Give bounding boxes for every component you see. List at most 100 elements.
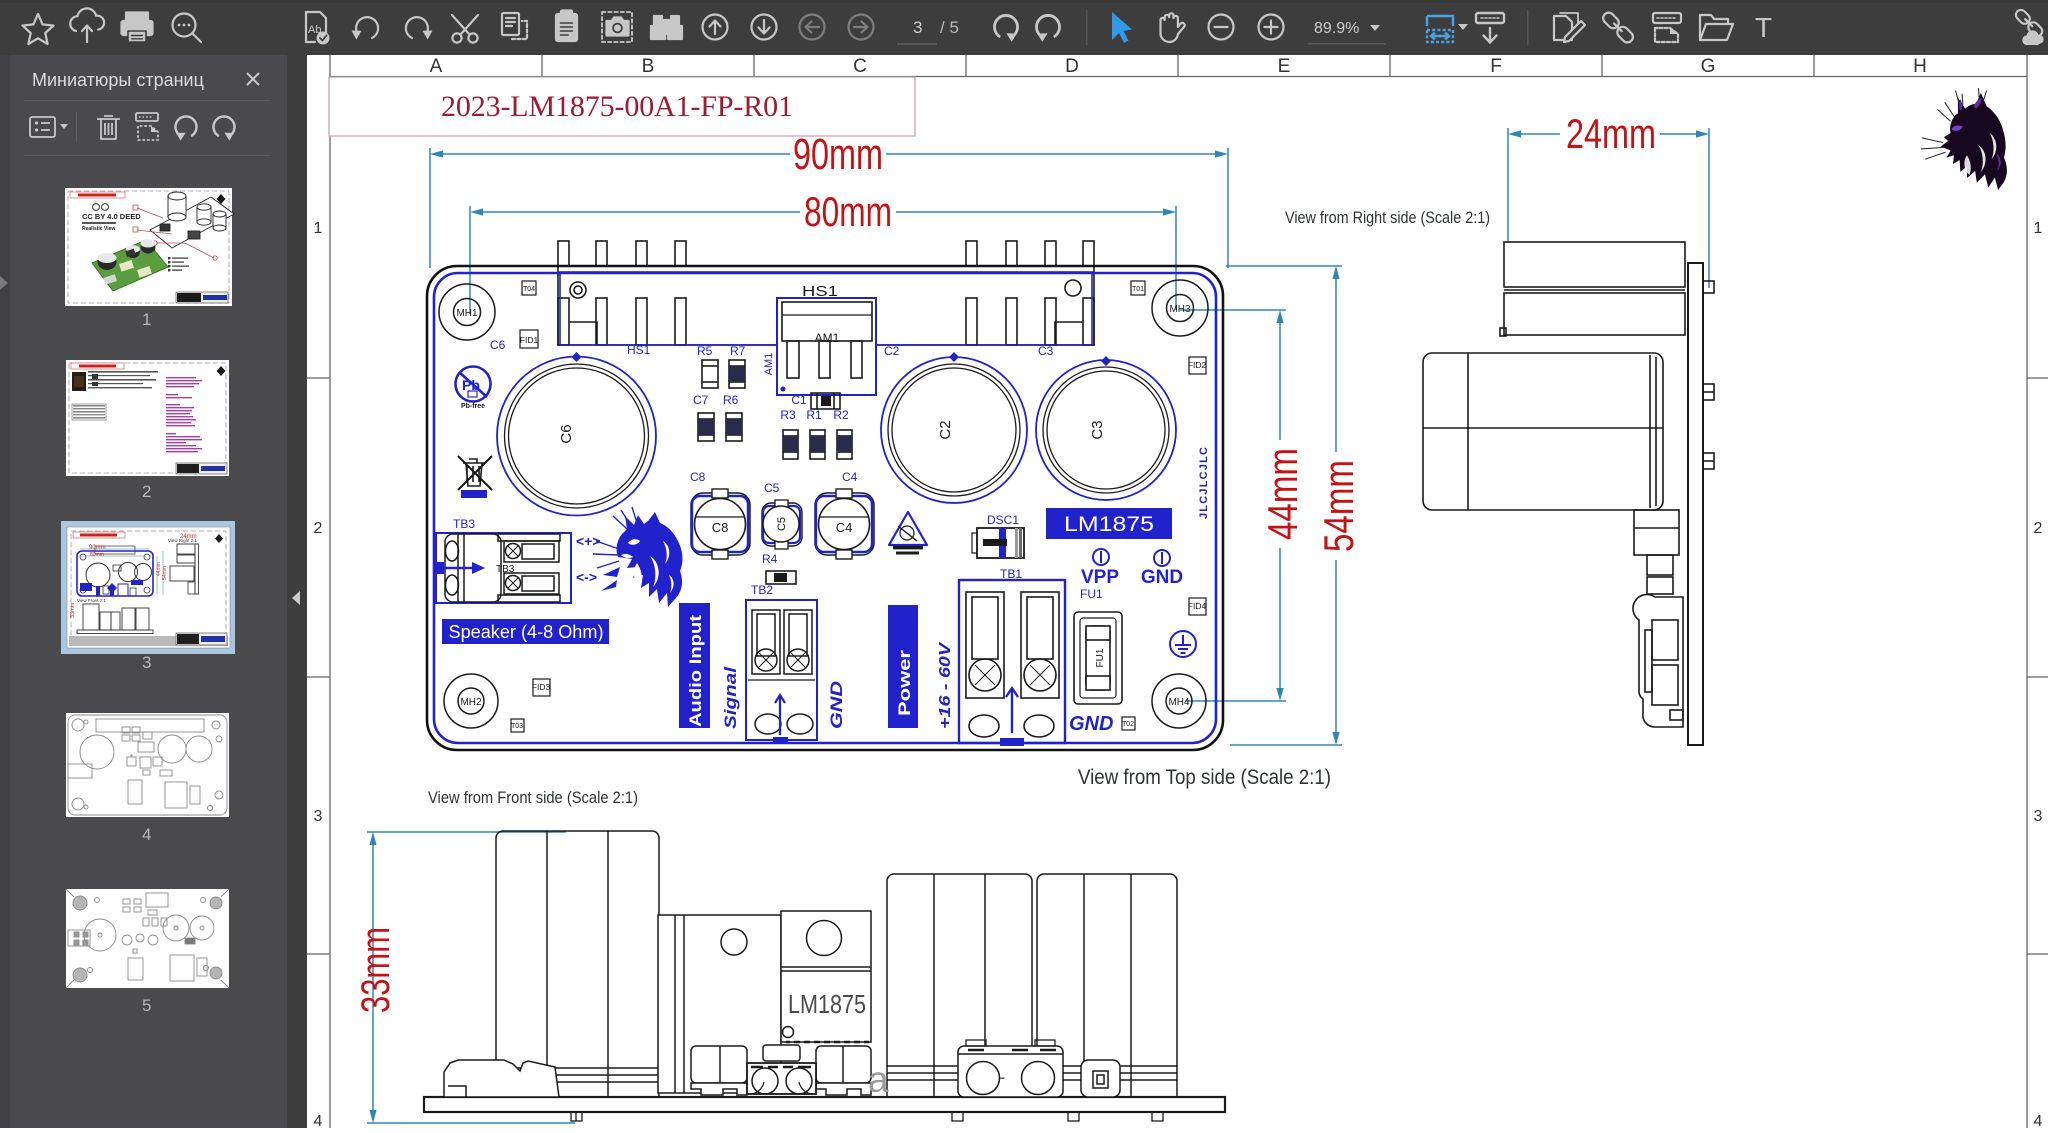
svg-text:C5: C5 bbox=[776, 517, 788, 531]
svg-text:R3: R3 bbox=[780, 408, 796, 422]
svg-text:TB3: TB3 bbox=[453, 517, 475, 531]
svg-text:MH3: MH3 bbox=[1169, 304, 1191, 315]
svg-text:R6: R6 bbox=[723, 393, 739, 407]
svg-text:GND: GND bbox=[1069, 713, 1113, 735]
svg-text:DSC1: DSC1 bbox=[987, 513, 1019, 527]
svg-text:View from Front side (Scale 2:: View from Front side (Scale 2:1) bbox=[428, 788, 638, 807]
svg-text:FU1: FU1 bbox=[1080, 587, 1103, 601]
svg-text:54mm: 54mm bbox=[1315, 460, 1362, 552]
svg-text:AM1: AM1 bbox=[815, 331, 840, 345]
svg-text:C7: C7 bbox=[693, 393, 709, 407]
svg-text:FID1: FID1 bbox=[520, 335, 539, 345]
svg-text:FID2: FID2 bbox=[1188, 360, 1207, 370]
svg-text:2: 2 bbox=[2034, 520, 2043, 537]
svg-text:4: 4 bbox=[142, 825, 151, 844]
svg-text:C3: C3 bbox=[1089, 420, 1106, 439]
svg-text:C1: C1 bbox=[791, 393, 807, 407]
svg-text:C6: C6 bbox=[490, 338, 506, 352]
svg-text:C6: C6 bbox=[558, 424, 575, 443]
svg-text:89.9%: 89.9% bbox=[1314, 20, 1359, 37]
svg-text:C2: C2 bbox=[884, 344, 900, 358]
svg-text:LM1875: LM1875 bbox=[1064, 513, 1154, 536]
svg-text:T02: T02 bbox=[1122, 721, 1134, 728]
svg-text:FU1: FU1 bbox=[1095, 648, 1106, 667]
svg-text:C8: C8 bbox=[712, 520, 729, 535]
svg-text:Pb-free: Pb-free bbox=[461, 403, 485, 410]
svg-text:2: 2 bbox=[314, 520, 323, 537]
svg-text:AM1: AM1 bbox=[763, 353, 775, 376]
svg-text:MH1: MH1 bbox=[456, 308, 478, 319]
svg-text:4: 4 bbox=[314, 1113, 323, 1128]
svg-text:4: 4 bbox=[2034, 1113, 2043, 1128]
svg-text:44mm: 44mm bbox=[1259, 448, 1306, 540]
svg-text:<->: <-> bbox=[576, 569, 597, 585]
svg-text:1: 1 bbox=[314, 220, 323, 237]
svg-text:T: T bbox=[1755, 12, 1772, 43]
svg-text:C4: C4 bbox=[836, 520, 853, 535]
svg-text:33mm: 33mm bbox=[70, 602, 76, 618]
svg-text:FID3: FID3 bbox=[532, 682, 551, 692]
svg-text:R5: R5 bbox=[697, 344, 713, 358]
svg-text:/ 5: / 5 bbox=[940, 18, 959, 37]
svg-text:90mm: 90mm bbox=[89, 545, 106, 551]
svg-text:R2: R2 bbox=[833, 408, 849, 422]
svg-text:C: C bbox=[853, 56, 867, 77]
svg-text:90mm: 90mm bbox=[793, 130, 883, 179]
svg-text:80mm: 80mm bbox=[90, 552, 104, 558]
svg-text:MH2: MH2 bbox=[460, 697, 482, 708]
svg-text:T01: T01 bbox=[1132, 286, 1144, 293]
svg-text:G: G bbox=[1701, 56, 1716, 77]
svg-text:D: D bbox=[1065, 56, 1079, 77]
svg-text:3: 3 bbox=[913, 18, 922, 37]
svg-text:E: E bbox=[1278, 56, 1291, 77]
svg-text:C5: C5 bbox=[764, 481, 780, 495]
svg-text:C3: C3 bbox=[1038, 344, 1054, 358]
svg-text:T04: T04 bbox=[523, 286, 535, 293]
svg-text:Audio Input: Audio Input bbox=[686, 615, 705, 727]
svg-text:F: F bbox=[1490, 56, 1502, 77]
svg-text:View from Top side (Scale 2:1): View from Top side (Scale 2:1) bbox=[1078, 766, 1331, 789]
svg-text:2: 2 bbox=[142, 482, 151, 501]
svg-text:R4: R4 bbox=[762, 552, 778, 566]
svg-text:2023-LM1875-00A1-FP-R01: 2023-LM1875-00A1-FP-R01 bbox=[441, 90, 793, 123]
svg-text:Realistic View: Realistic View bbox=[82, 226, 115, 232]
svg-text:TB3: TB3 bbox=[496, 564, 515, 575]
svg-text:24mm: 24mm bbox=[180, 534, 197, 540]
svg-text:HS1: HS1 bbox=[627, 343, 651, 357]
svg-text:TB2: TB2 bbox=[751, 583, 773, 597]
svg-text:View Front 2:1: View Front 2:1 bbox=[77, 598, 106, 603]
svg-text:VPP: VPP bbox=[1081, 567, 1119, 588]
svg-text:GND: GND bbox=[827, 681, 846, 729]
svg-text:Signal: Signal bbox=[721, 665, 740, 729]
svg-text:T03: T03 bbox=[511, 723, 523, 730]
svg-text:3: 3 bbox=[2034, 808, 2043, 825]
svg-text:3: 3 bbox=[314, 808, 323, 825]
svg-text:80mm: 80mm bbox=[804, 188, 892, 235]
svg-text:CC BY 4.0 DEED: CC BY 4.0 DEED bbox=[82, 212, 141, 221]
svg-text:B: B bbox=[642, 56, 655, 77]
svg-text:Power: Power bbox=[895, 650, 914, 716]
svg-text:FID4: FID4 bbox=[1188, 601, 1207, 611]
svg-text:C2: C2 bbox=[937, 420, 954, 439]
svg-text:+16 - 60V: +16 - 60V bbox=[937, 641, 954, 729]
svg-text:JLCJLCJLC: JLCJLCJLC bbox=[1198, 447, 1210, 519]
svg-text:Миниатюры страниц: Миниатюры страниц bbox=[32, 70, 204, 90]
svg-text:H: H bbox=[1913, 56, 1927, 77]
svg-text:a: a bbox=[868, 1059, 889, 1100]
svg-text:C4: C4 bbox=[842, 470, 858, 484]
svg-text:C8: C8 bbox=[690, 470, 706, 484]
svg-text:R7: R7 bbox=[730, 344, 746, 358]
svg-text:3: 3 bbox=[142, 653, 151, 672]
svg-text:LM1875: LM1875 bbox=[788, 989, 866, 1019]
svg-text:Speaker (4-8 Ohm): Speaker (4-8 Ohm) bbox=[449, 622, 604, 642]
svg-text:24mm: 24mm bbox=[1566, 110, 1656, 157]
svg-text:GND: GND bbox=[1141, 567, 1183, 588]
svg-text:1: 1 bbox=[2034, 220, 2043, 237]
svg-text:A: A bbox=[430, 56, 443, 77]
svg-text:MH4: MH4 bbox=[1168, 697, 1190, 708]
svg-text:33mm: 33mm bbox=[354, 927, 398, 1013]
svg-text:1: 1 bbox=[142, 310, 151, 329]
svg-text:R1: R1 bbox=[806, 408, 822, 422]
svg-text:View from Right side (Scale 2:: View from Right side (Scale 2:1) bbox=[1285, 208, 1490, 227]
svg-text:5: 5 bbox=[142, 996, 151, 1015]
